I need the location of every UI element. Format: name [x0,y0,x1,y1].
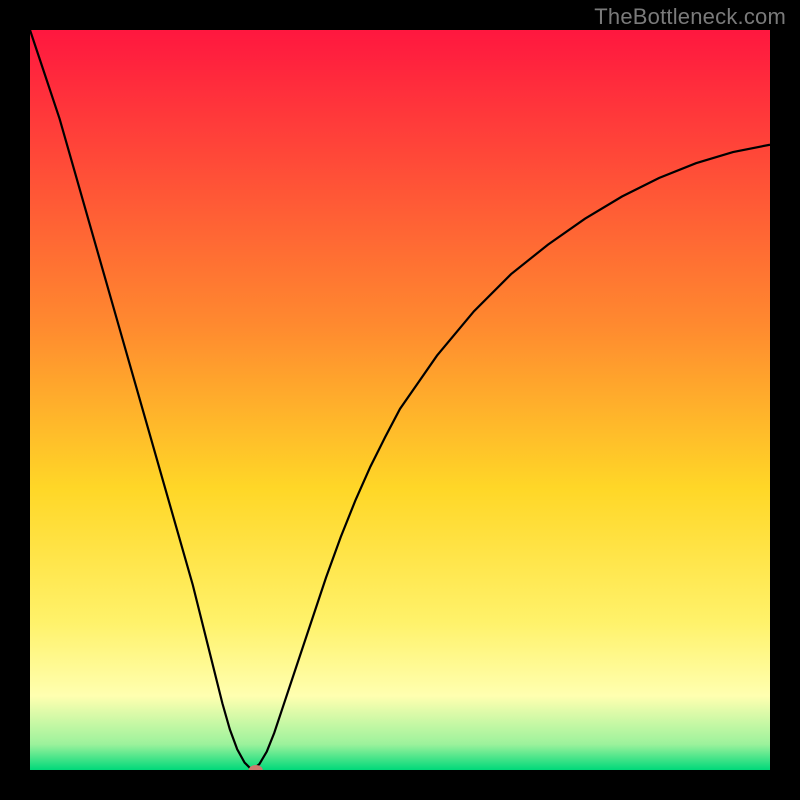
watermark-text: TheBottleneck.com [594,4,786,30]
chart-svg [30,30,770,770]
bottleneck-chart [30,30,770,770]
